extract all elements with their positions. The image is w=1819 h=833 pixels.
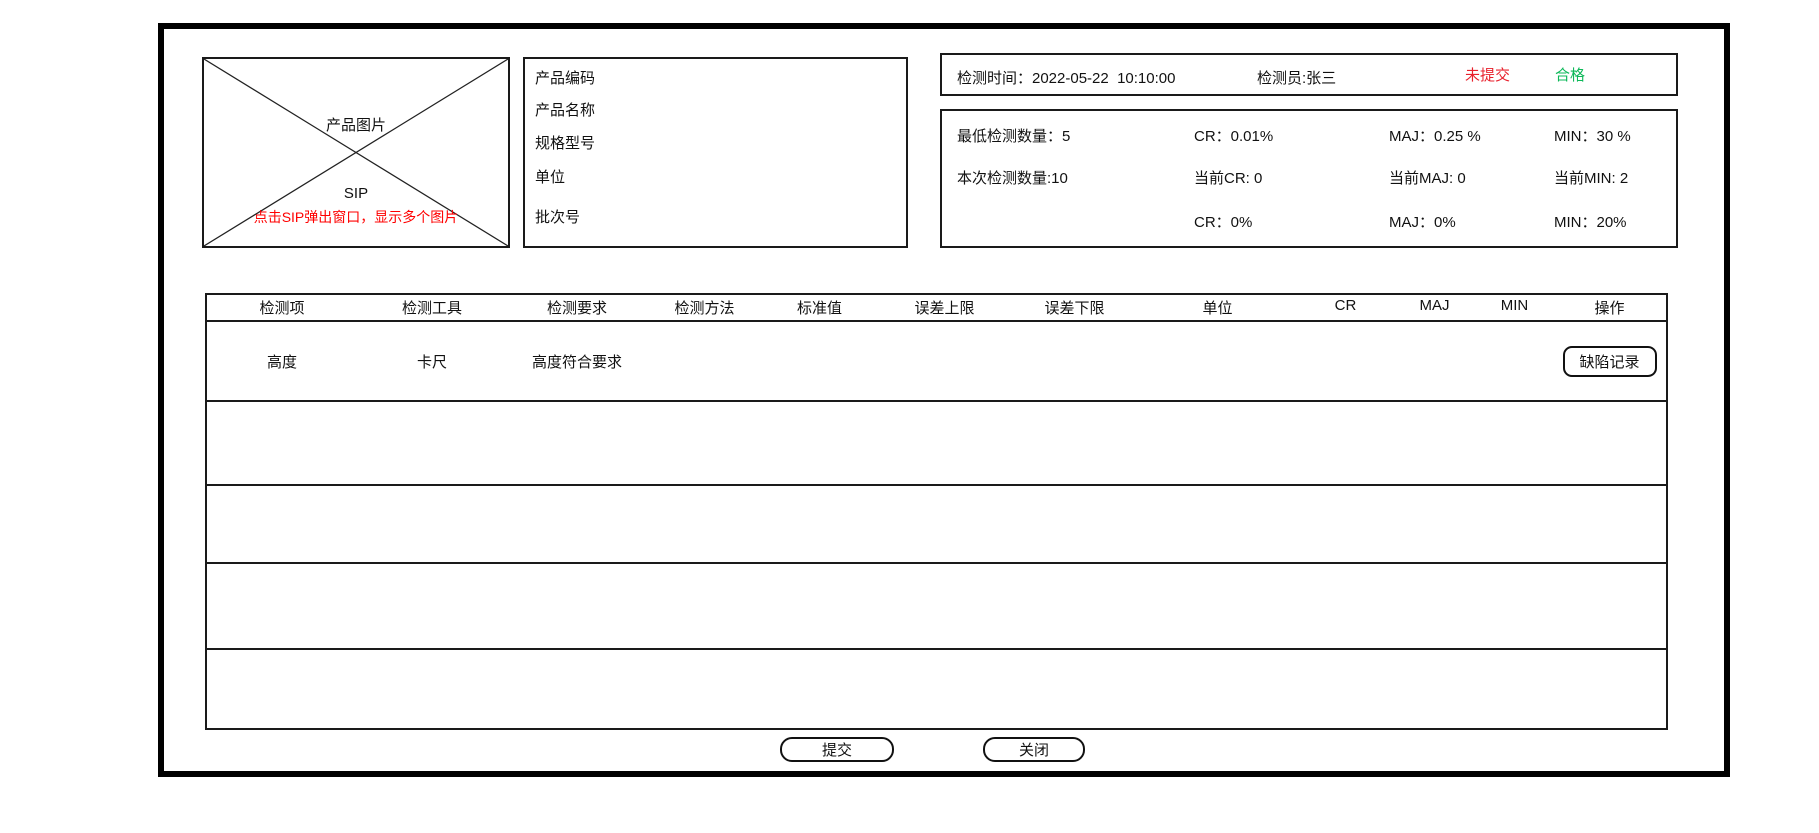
table-header-row: 检测项 检测工具 检测要求 检测方法 标准值 误差上限 误差下限 单位 CR M… [207,295,1666,322]
current-min: 当前MIN: 2 [1554,167,1628,188]
submit-button[interactable]: 提交 [780,737,894,762]
maj-limit: MAJ：0.25 % [1389,125,1481,146]
sip-link[interactable]: SIP [204,185,508,202]
col-header-maj: MAJ [1393,297,1476,314]
unit-label: 单位 [535,166,565,187]
status-badge-qualified: 合格 [1555,64,1585,85]
current-cr: 当前CR: 0 [1194,167,1262,188]
product-image-placeholder[interactable]: 产品图片 SIP 点击SIP弹出窗口，显示多个图片 [202,57,510,248]
cell-requirement: 高度符合要求 [507,351,647,372]
col-header-unit: 单位 [1137,297,1298,318]
cr-rate: CR：0% [1194,211,1252,232]
table-row-empty [207,486,1666,564]
inspection-items-table: 检测项 检测工具 检测要求 检测方法 标准值 误差上限 误差下限 单位 CR M… [205,293,1668,730]
cr-limit: CR：0.01% [1194,125,1273,146]
current-maj: 当前MAJ: 0 [1389,167,1466,188]
current-inspect-qty: 本次检测数量:10 [957,167,1068,188]
sip-note: 点击SIP弹出窗口，显示多个图片 [204,207,508,227]
table-row-empty [207,564,1666,650]
col-header-method: 检测方法 [647,297,762,318]
inspection-header-bar: 检测时间：2022-05-22 10:10:00 检测员:张三 未提交 合格 [940,53,1678,96]
col-header-cr: CR [1298,297,1393,314]
status-badge-unsubmitted: 未提交 [1465,64,1510,85]
defect-record-button[interactable]: 缺陷记录 [1563,346,1657,377]
cell-tool: 卡尺 [357,351,507,372]
min-inspect-qty: 最低检测数量：5 [957,125,1070,146]
product-image-label: 产品图片 [204,114,508,135]
product-info-panel: 产品编码 产品名称 规格型号 单位 批次号 [523,57,908,248]
col-header-requirement: 检测要求 [507,297,647,318]
col-header-min: MIN [1476,297,1553,314]
inspection-time: 检测时间：2022-05-22 10:10:00 [957,67,1175,88]
col-header-standard: 标准值 [762,297,877,318]
close-button[interactable]: 关闭 [983,737,1085,762]
table-row-empty [207,402,1666,486]
cell-item: 高度 [207,351,357,372]
col-header-action: 操作 [1553,297,1666,318]
col-header-lower-limit: 误差下限 [1012,297,1137,318]
cell-action: 缺陷记录 [1553,346,1666,377]
product-code-label: 产品编码 [535,67,595,88]
min-limit: MIN：30 % [1554,125,1631,146]
spec-model-label: 规格型号 [535,132,595,153]
inspection-stats-panel: 最低检测数量：5 CR：0.01% MAJ：0.25 % MIN：30 % 本次… [940,109,1678,248]
product-name-label: 产品名称 [535,99,595,120]
col-header-upper-limit: 误差上限 [877,297,1012,318]
min-rate: MIN：20% [1554,211,1627,232]
batch-no-label: 批次号 [535,206,580,227]
inspector-name: 检测员:张三 [1257,67,1336,88]
col-header-item: 检测项 [207,297,357,318]
col-header-tool: 检测工具 [357,297,507,318]
table-row-empty [207,650,1666,734]
table-row: 高度 卡尺 高度符合要求 缺陷记录 [207,322,1666,402]
maj-rate: MAJ：0% [1389,211,1456,232]
